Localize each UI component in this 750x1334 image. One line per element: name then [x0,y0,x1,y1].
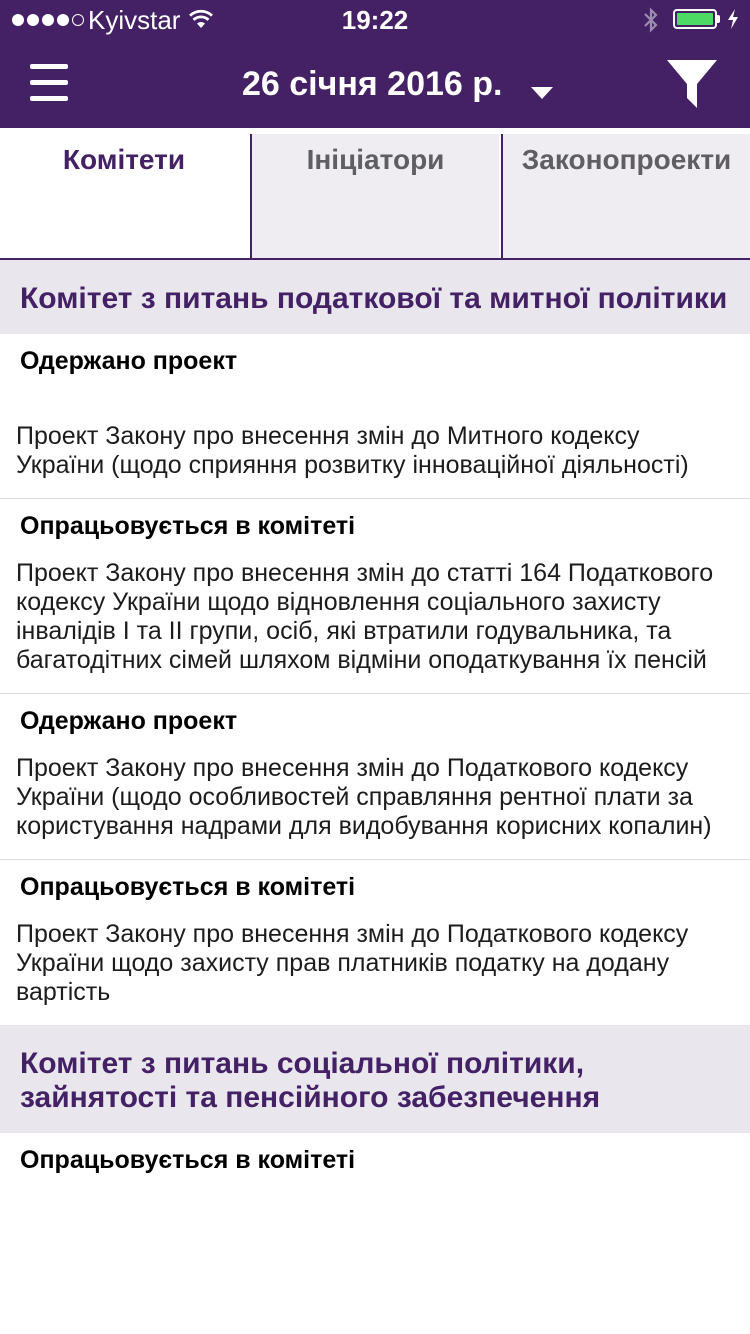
filter-button[interactable] [662,54,722,114]
section-header: Комітет з питань соціальної політики, за… [0,1025,750,1133]
status-bar: Kyivstar 19:22 [0,0,750,40]
chevron-down-icon [530,86,554,105]
tab-committees[interactable]: Комітети [0,134,248,258]
filter-icon [667,60,717,108]
list-item[interactable]: Опрацьовується в комітеті [0,1133,750,1193]
charging-icon [726,8,740,35]
menu-button[interactable] [22,56,76,110]
item-status: Одержано проект [20,347,238,375]
section-header: Комітет з питань податкової та митної по… [0,260,750,334]
item-title: Проект Закону про внесення змін до статт… [16,559,714,674]
menu-icon-line [30,96,68,101]
list-item[interactable]: Опрацьовується в комітеті Проект Закону … [0,499,750,694]
list-item[interactable]: Одержано проект Проект Закону про внесен… [0,694,750,860]
battery-icon [673,9,717,29]
item-title: Проект Закону про внесення змін до Подат… [16,920,689,1006]
clock: 19:22 [341,5,409,35]
item-status: Одержано проект [20,707,238,735]
battery-level [677,13,713,25]
item-status: Опрацьовується в комітеті [20,512,356,540]
battery-tip [717,15,720,23]
list-item[interactable]: Одержано проект Проект Закону про внесен… [0,334,750,499]
bill-list: Комітет з питань податкової та митної по… [0,260,750,1193]
bluetooth-icon [642,6,660,39]
top-bar: Kyivstar 19:22 26 січня 2016 р. [0,0,750,128]
tab-initiators[interactable]: Ініціатори [250,134,499,258]
item-title: Проект Закону про внесення змін до Митно… [16,422,689,479]
item-title: Проект Закону про внесення змін до Подат… [16,754,712,840]
item-status: Опрацьовується в комітеті [20,873,356,901]
menu-icon-line [30,64,68,69]
tab-bar: Комітети Ініціатори Законопроекти [0,128,750,260]
menu-icon-line [30,80,68,85]
list-item[interactable]: Опрацьовується в комітеті Проект Закону … [0,860,750,1025]
item-status: Опрацьовується в комітеті [20,1146,356,1174]
date-picker-button[interactable]: 26 січня 2016 р. [226,56,566,112]
date-label: 26 січня 2016 р. [242,65,503,103]
tab-bills[interactable]: Законопроекти [501,134,750,258]
